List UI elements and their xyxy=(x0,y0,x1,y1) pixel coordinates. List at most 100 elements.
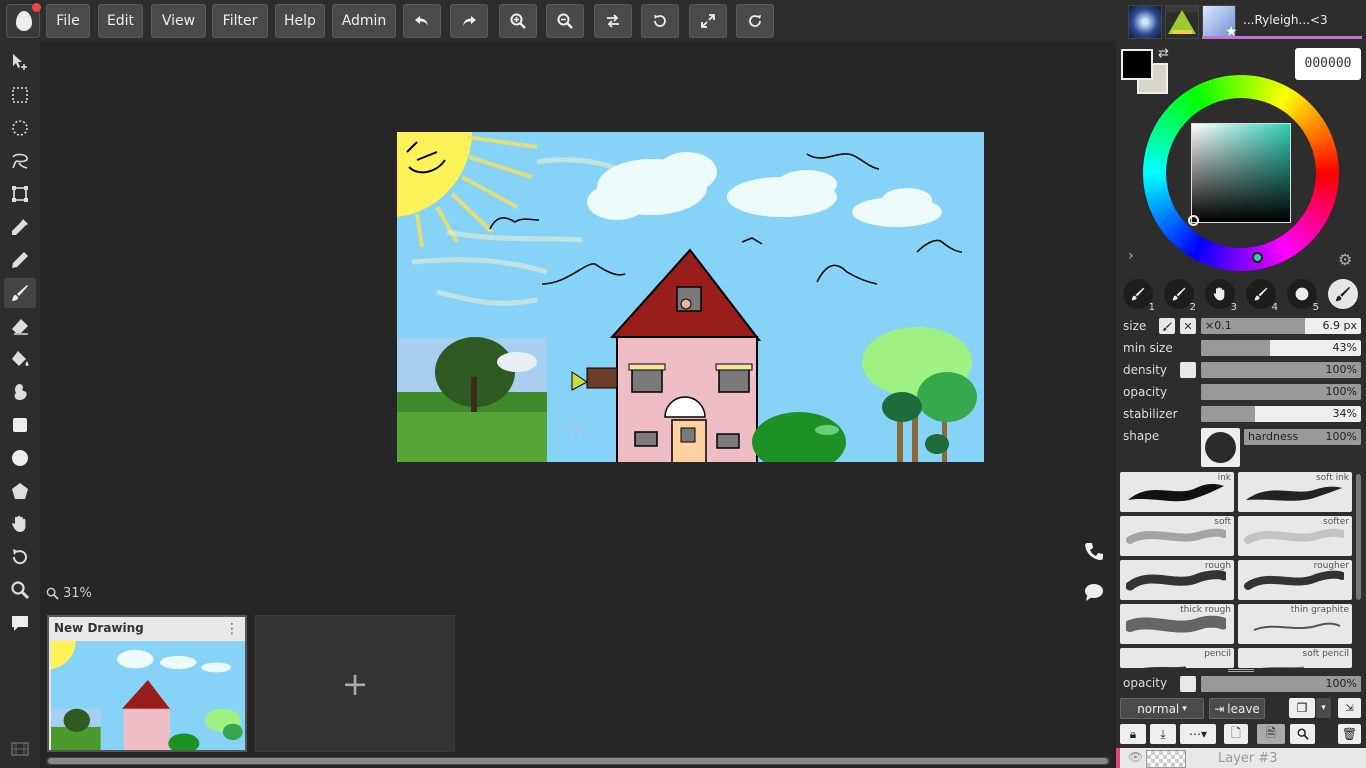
hand-tool[interactable] xyxy=(4,509,36,539)
brush-preset-3[interactable]: 3 xyxy=(1205,279,1237,313)
admin-menu[interactable]: Admin xyxy=(332,4,396,38)
layer-item[interactable]: 👁︎ Layer #3 xyxy=(1116,748,1366,768)
eyedropper-tool[interactable] xyxy=(4,212,36,242)
sv-picker-handle[interactable] xyxy=(1188,215,1199,226)
settings-gear-icon[interactable]: ⚙ xyxy=(1338,250,1352,269)
new-layer-button[interactable]: 🗋︎ xyxy=(1224,724,1248,744)
hardness-slider[interactable]: hardness 100% xyxy=(1244,429,1361,445)
import-layer-button[interactable]: 🗎︎ xyxy=(1257,724,1285,744)
brush-preset-6[interactable]: 6 xyxy=(1328,279,1360,313)
brush-preset-1[interactable]: 1 xyxy=(1123,279,1155,313)
smudge-tool[interactable] xyxy=(4,377,36,407)
transform-tool[interactable] xyxy=(4,179,36,209)
call-button[interactable] xyxy=(1083,540,1105,562)
layer-opacity-toggle[interactable] xyxy=(1180,676,1196,692)
filmstrip-tool[interactable] xyxy=(4,737,36,761)
saturation-value-picker[interactable] xyxy=(1191,123,1291,223)
merge-layer-button[interactable]: ⇲ xyxy=(1338,698,1361,718)
blend-mode-select[interactable]: normal ▾ xyxy=(1120,698,1204,719)
brush-shape-preview[interactable] xyxy=(1201,428,1240,467)
user-avatar-1[interactable] xyxy=(1128,5,1162,39)
app-logo-icon[interactable] xyxy=(6,3,41,38)
rect-select-tool[interactable] xyxy=(4,80,36,110)
hex-color-input[interactable]: 000000 xyxy=(1295,48,1361,80)
brush-soft-pencil[interactable]: soft pencil xyxy=(1238,648,1352,668)
density-slider[interactable]: 100% xyxy=(1201,362,1361,378)
delete-layer-button[interactable]: 🗑︎ xyxy=(1338,724,1361,744)
file-menu[interactable]: File xyxy=(46,4,90,38)
visibility-eye-icon[interactable]: 👁︎ xyxy=(1128,750,1143,764)
brush-list-scrollbar[interactable] xyxy=(1356,474,1361,600)
clip-layer-button[interactable]: ⤓ xyxy=(1150,724,1176,744)
add-document-button[interactable]: + xyxy=(255,615,455,752)
horizontal-scrollbar[interactable] xyxy=(46,757,1110,765)
view-menu[interactable]: View xyxy=(151,4,206,38)
zoom-tool[interactable] xyxy=(4,575,36,605)
brush-preset-2[interactable]: 2 xyxy=(1164,279,1196,313)
rotate-cw-button[interactable] xyxy=(736,4,774,38)
panel-resize-handle[interactable] xyxy=(1228,669,1254,672)
edit-menu[interactable]: Edit xyxy=(98,4,143,38)
brush-thin-graphite[interactable]: thin graphite xyxy=(1238,604,1352,644)
filter-menu[interactable]: Filter xyxy=(212,4,268,38)
brush-opacity-slider[interactable]: 100% xyxy=(1201,384,1361,400)
density-pressure-toggle[interactable] xyxy=(1180,362,1196,378)
min-size-slider[interactable]: 43% xyxy=(1201,340,1361,356)
ellipse-tool[interactable] xyxy=(4,443,36,473)
scrollbar-thumb[interactable] xyxy=(48,758,1108,764)
size-pressure-toggle[interactable] xyxy=(1159,318,1175,334)
shape-tool[interactable] xyxy=(4,476,36,506)
swap-colors-icon[interactable]: ⇄ xyxy=(1158,46,1169,61)
zoom-value: 31% xyxy=(63,586,92,601)
primary-color-swatch[interactable] xyxy=(1121,49,1153,80)
layer-opacity-slider[interactable]: 100% xyxy=(1201,676,1361,692)
brush-preset-4[interactable]: 4 xyxy=(1246,279,1278,313)
brush-soft-ink[interactable]: soft ink xyxy=(1238,472,1352,512)
brush-ink[interactable]: ink xyxy=(1120,472,1234,512)
drawing-canvas[interactable] xyxy=(397,132,984,462)
undo-tool[interactable] xyxy=(4,542,36,572)
brush-rougher[interactable]: rougher xyxy=(1238,560,1352,600)
brush-softer[interactable]: softer xyxy=(1238,516,1352,556)
brush-tool[interactable] xyxy=(4,278,36,308)
move-tool[interactable] xyxy=(4,47,36,77)
brush-preset-5[interactable]: 5 xyxy=(1287,279,1319,313)
zoom-in-button[interactable] xyxy=(499,4,537,38)
document-tab[interactable]: New Drawing ⋮ xyxy=(47,615,247,752)
zoom-indicator[interactable]: 31% xyxy=(46,586,92,601)
tab-menu-icon[interactable]: ⋮ xyxy=(225,621,239,637)
brush-rough[interactable]: rough xyxy=(1120,560,1234,600)
pen-tool[interactable] xyxy=(4,245,36,275)
size-reset-button[interactable]: ✕ xyxy=(1180,318,1196,334)
more-layer-options[interactable]: ⋯▾ xyxy=(1180,724,1216,744)
user-avatar-2[interactable] xyxy=(1165,5,1199,39)
brush-pencil[interactable]: pencil xyxy=(1120,648,1234,668)
layer-options-dropdown[interactable]: ▾ xyxy=(1316,698,1331,718)
flip-button[interactable] xyxy=(594,4,632,38)
stabilizer-slider[interactable]: 34% xyxy=(1201,406,1361,422)
zoom-out-button[interactable] xyxy=(546,4,584,38)
lock-layer-button[interactable]: 🔒︎ xyxy=(1120,724,1146,744)
leave-button[interactable]: ⇥ leave xyxy=(1209,698,1265,719)
rotate-ccw-button[interactable] xyxy=(641,4,679,38)
hue-picker-handle[interactable] xyxy=(1252,252,1263,263)
duplicate-layer-button[interactable]: ❐ xyxy=(1289,698,1315,718)
layer-thumbnail xyxy=(1146,750,1186,768)
ellipse-select-tool[interactable] xyxy=(4,113,36,143)
undo-button[interactable] xyxy=(403,4,441,38)
lasso-tool[interactable] xyxy=(4,146,36,176)
rectangle-tool[interactable] xyxy=(4,410,36,440)
redo-button[interactable] xyxy=(450,4,488,38)
size-slider[interactable]: ×0.1 6.9 px xyxy=(1201,318,1361,334)
eraser-tool[interactable] xyxy=(4,311,36,341)
expand-panel-icon[interactable]: › xyxy=(1128,248,1134,264)
search-layer-button[interactable] xyxy=(1290,724,1315,744)
fill-tool[interactable] xyxy=(4,344,36,374)
brush-soft[interactable]: soft xyxy=(1120,516,1234,556)
chat-button[interactable] xyxy=(1083,581,1105,603)
help-menu[interactable]: Help xyxy=(275,4,325,38)
comment-tool[interactable] xyxy=(4,608,36,638)
user-avatar-current[interactable]: ★ xyxy=(1202,5,1238,40)
brush-thick-rough[interactable]: thick rough xyxy=(1120,604,1234,644)
fullscreen-button[interactable] xyxy=(689,4,727,38)
